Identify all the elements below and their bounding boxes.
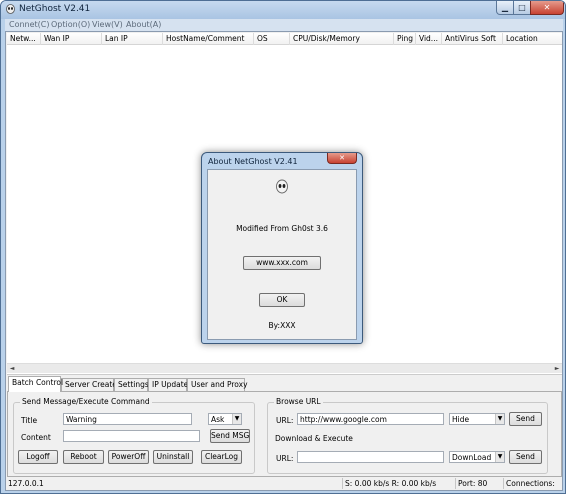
column-network[interactable]: Netw... [7, 33, 41, 45]
poweroff-button[interactable]: PowerOff [108, 450, 149, 464]
about-dialog-body: Modified From Gh0st 3.6 www.xxx.com OK B… [207, 169, 357, 340]
uninstall-button[interactable]: Uninstall [153, 450, 193, 464]
column-os[interactable]: OS [254, 33, 290, 45]
title-input[interactable]: Warning [63, 413, 192, 425]
horizontal-scrollbar[interactable]: ◄ ► [7, 363, 562, 373]
status-connections: Connections: [506, 479, 555, 488]
browse-mode-value: Hide [452, 415, 470, 424]
minimize-button[interactable]: ▁ [496, 1, 514, 15]
send-message-group: Send Message/Execute Command Title Warni… [13, 397, 255, 474]
column-antivirus[interactable]: AntiVirus Soft [442, 33, 503, 45]
download-execute-title: Download & Execute [275, 434, 353, 443]
maximize-button[interactable]: □ [513, 1, 531, 15]
status-speed: S: 0.00 kb/s R: 0.00 kb/s [343, 478, 456, 489]
title-bar[interactable]: NetGhost V2.41 ▁ □ ✕ [1, 1, 565, 19]
about-subtitle: Modified From Gh0st 3.6 [236, 224, 328, 233]
tab-ip-update[interactable]: IP Update [148, 378, 188, 391]
close-button[interactable]: ✕ [530, 1, 564, 15]
status-bar: 127.0.0.1 S: 0.00 kb/s R: 0.00 kb/s Port… [6, 478, 562, 490]
content-label: Content [21, 433, 51, 442]
reboot-button[interactable]: Reboot [63, 450, 104, 464]
status-ip: 127.0.0.1 [6, 478, 343, 489]
download-url-input[interactable] [297, 451, 444, 463]
scroll-right-icon[interactable]: ► [552, 364, 562, 373]
browse-url-group: Browse URL URL: http://www.google.com Hi… [267, 397, 548, 474]
download-url-label: URL: [276, 454, 294, 463]
tab-settings[interactable]: Settings [114, 378, 149, 391]
chevron-down-icon: ▼ [232, 414, 241, 424]
browse-url-group-title: Browse URL [274, 397, 323, 406]
message-type-select[interactable]: Ask ▼ [208, 413, 242, 425]
website-link-button[interactable]: www.xxx.com [243, 256, 321, 270]
column-location[interactable]: Location [503, 33, 562, 45]
column-wan-ip[interactable]: Wan IP [41, 33, 102, 45]
chevron-down-icon: ▼ [495, 414, 504, 424]
menu-option[interactable]: Option(O) [51, 20, 90, 29]
download-send-button[interactable]: Send [509, 450, 542, 464]
tab-batch-control[interactable]: Batch Control [8, 376, 63, 392]
message-type-value: Ask [211, 415, 225, 424]
download-mode-select[interactable]: DownLoad ▼ [449, 451, 505, 463]
window-title: NetGhost V2.41 [19, 4, 91, 14]
ghost-logo-icon [276, 179, 288, 194]
scroll-left-icon[interactable]: ◄ [7, 364, 17, 373]
url-input[interactable]: http://www.google.com [297, 413, 444, 425]
url-label: URL: [276, 416, 294, 425]
column-cpu-disk-memory[interactable]: CPU/Disk/Memory [290, 33, 394, 45]
about-author: By:XXX [268, 321, 296, 330]
ok-button[interactable]: OK [259, 293, 305, 307]
batch-control-panel: Send Message/Execute Command Title Warni… [7, 391, 562, 477]
logoff-button[interactable]: Logoff [18, 450, 58, 464]
chevron-down-icon: ▼ [495, 452, 504, 462]
column-hostname[interactable]: HostName/Comment [163, 33, 254, 45]
about-dialog-title: About NetGhost V2.41 [208, 157, 298, 166]
menu-view[interactable]: View(V) [92, 20, 123, 29]
clearlog-button[interactable]: ClearLog [201, 450, 242, 464]
menu-about[interactable]: About(A) [126, 20, 161, 29]
download-mode-value: DownLoad [452, 453, 492, 462]
about-dialog: About NetGhost V2.41 ✕ Modified From Gh0… [201, 152, 363, 344]
column-ping[interactable]: Ping [394, 33, 416, 45]
tab-server-create[interactable]: Server Create [61, 378, 117, 391]
menu-bar: Connet(C) Option(O) View(V) About(A) [5, 19, 563, 31]
status-port: Port: 80 [456, 478, 504, 489]
column-lan-ip[interactable]: Lan IP [102, 33, 163, 45]
browse-send-button[interactable]: Send [509, 412, 542, 426]
browse-mode-select[interactable]: Hide ▼ [449, 413, 505, 425]
ghost-app-icon [6, 4, 15, 14]
tab-user-and-proxy[interactable]: User and Proxy [187, 378, 248, 391]
title-label: Title [21, 416, 38, 425]
content-input[interactable] [63, 430, 200, 442]
list-header: Netw... Wan IP Lan IP HostName/Comment O… [7, 33, 562, 45]
send-msg-button[interactable]: Send MSG [210, 429, 250, 443]
send-message-group-title: Send Message/Execute Command [20, 397, 152, 406]
column-video[interactable]: Vid... [416, 33, 442, 45]
about-dialog-close-button[interactable]: ✕ [327, 153, 357, 164]
menu-connect[interactable]: Connet(C) [9, 20, 50, 29]
